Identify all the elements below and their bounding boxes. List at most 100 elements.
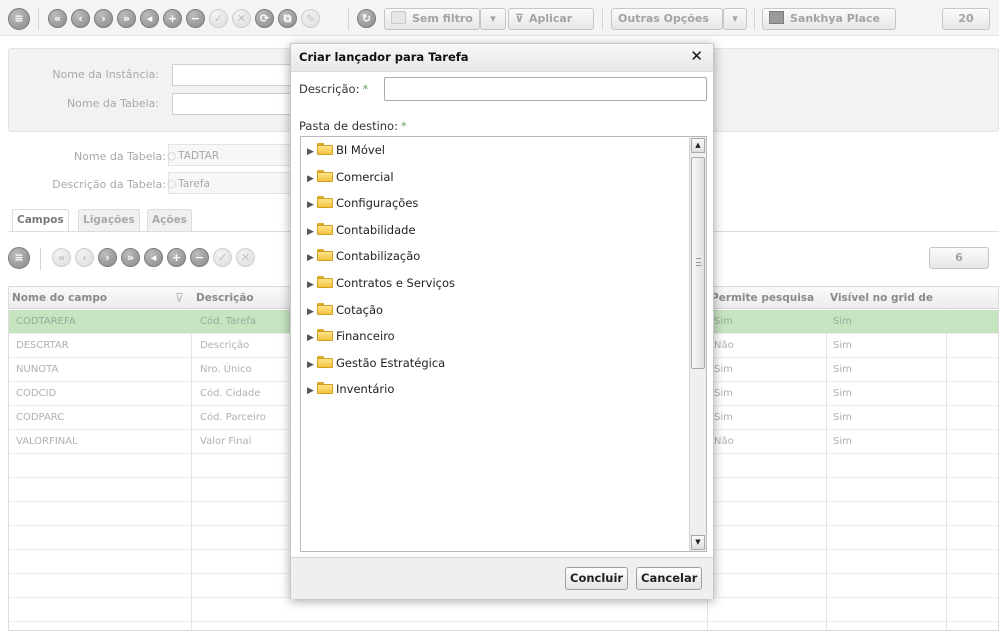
tree-item[interactable]: ▶ Financeiro — [307, 326, 395, 346]
last-record-icon[interactable]: » — [117, 9, 136, 28]
close-icon[interactable]: ✕ — [690, 47, 703, 65]
cell-pesquisa: Sim — [714, 412, 733, 423]
tree-scrollbar[interactable]: ▲ ▼ — [689, 137, 706, 551]
column-header-pesquisa[interactable]: Permite pesquisa — [708, 287, 826, 309]
tree-item[interactable]: ▶ Contabilização — [307, 246, 420, 266]
grid-last-icon[interactable]: » — [121, 248, 140, 267]
grid-remove-icon[interactable]: − — [190, 248, 209, 267]
more-options-button[interactable]: Outras Opções — [611, 8, 723, 30]
column-header-visivel[interactable]: Visível no grid de — [827, 287, 946, 309]
tree-item[interactable]: ▶ Contratos e Serviços — [307, 273, 455, 293]
folder-icon — [317, 170, 333, 182]
tree-item-label: Inventário — [336, 382, 395, 396]
expand-arrow-icon[interactable]: ▶ — [307, 222, 317, 242]
grid-menu-icon[interactable]: ≡ — [8, 247, 30, 269]
expand-arrow-icon[interactable]: ▶ — [307, 248, 317, 268]
sankhya-place-button[interactable]: Sankhya Place — [762, 8, 896, 30]
scroll-down-icon[interactable]: ▼ — [691, 535, 705, 550]
column-filter-icon[interactable]: ⊽ — [175, 291, 184, 305]
grid-save-icon[interactable]: ✓ — [213, 248, 232, 267]
previous-record-icon[interactable]: ‹ — [71, 9, 90, 28]
cell-campo: NUNOTA — [16, 364, 59, 375]
dialog-footer: Concluir Cancelar — [291, 557, 713, 599]
next-record-icon[interactable]: › — [94, 9, 113, 28]
scroll-thumb[interactable] — [691, 157, 705, 369]
tree-item-label: Contabilização — [336, 249, 421, 263]
edit-icon[interactable]: ✎ — [301, 9, 320, 28]
tree-item[interactable]: ▶ Inventário — [307, 379, 394, 399]
cell-visivel: Sim — [833, 388, 852, 399]
expand-arrow-icon[interactable]: ▶ — [307, 328, 317, 348]
description-label: Descrição: * — [299, 82, 368, 96]
tab-ligacoes[interactable]: Ligações — [78, 209, 140, 231]
filter-tag-icon — [391, 11, 406, 24]
first-record-icon[interactable]: « — [48, 9, 67, 28]
folder-icon — [317, 196, 333, 208]
expand-arrow-icon[interactable]: ▶ — [307, 381, 317, 401]
tree-item-label: BI Móvel — [336, 143, 385, 157]
expand-arrow-icon[interactable]: ▶ — [307, 142, 317, 162]
instance-name-input[interactable] — [172, 64, 306, 86]
folder-icon — [317, 143, 333, 155]
tree-item[interactable]: ▶ Cotação — [307, 300, 383, 320]
remove-icon[interactable]: − — [186, 9, 205, 28]
cancel-icon[interactable]: ✕ — [232, 9, 251, 28]
clone-icon[interactable]: ⧉ — [278, 9, 297, 28]
expand-arrow-icon[interactable]: ▶ — [307, 275, 317, 295]
menu-icon[interactable]: ≡ — [8, 8, 30, 30]
folder-icon — [317, 249, 333, 261]
save-icon[interactable]: ✓ — [209, 9, 228, 28]
filter-select[interactable]: Sem filtro — [384, 8, 480, 30]
cell-visivel: Sim — [833, 436, 852, 447]
tree-item[interactable]: ▶ Gestão Estratégica — [307, 353, 445, 373]
folder-icon — [317, 223, 333, 235]
tab-acoes[interactable]: Ações — [147, 209, 192, 231]
grid-next-icon[interactable]: › — [98, 248, 117, 267]
place-icon — [769, 11, 784, 24]
grid-back-icon[interactable]: ◂ — [144, 248, 163, 267]
expand-arrow-icon[interactable]: ▶ — [307, 355, 317, 375]
tree-item[interactable]: ▶ Configurações — [307, 193, 418, 213]
tab-campos[interactable]: Campos — [12, 209, 69, 231]
folder-icon — [317, 382, 333, 394]
description-input[interactable] — [384, 77, 707, 101]
cancel-button[interactable]: Cancelar — [636, 567, 703, 590]
back-icon[interactable]: ◂ — [140, 9, 159, 28]
tree-item-label: Cotação — [336, 303, 384, 317]
expand-arrow-icon[interactable]: ▶ — [307, 195, 317, 215]
scroll-up-icon[interactable]: ▲ — [691, 138, 705, 153]
tree-item[interactable]: ▶ Comercial — [307, 167, 394, 187]
grid-cancel-icon[interactable]: ✕ — [236, 248, 255, 267]
required-mark: * — [362, 82, 369, 96]
cell-descricao: Cód. Cidade — [200, 388, 261, 399]
confirm-button[interactable]: Concluir — [565, 567, 629, 590]
grid-previous-icon[interactable]: ‹ — [75, 248, 94, 267]
folder-icon — [317, 356, 333, 368]
add-icon[interactable]: + — [163, 9, 182, 28]
folder-icon — [317, 329, 333, 341]
refresh-icon[interactable]: ⟳ — [255, 9, 274, 28]
tree-item[interactable]: ▶ BI Móvel — [307, 140, 385, 160]
cell-campo: VALORFINAL — [16, 436, 78, 447]
apply-label: Aplicar — [528, 12, 573, 25]
page-size-field[interactable]: 20 — [942, 8, 990, 30]
folder-tree[interactable]: ▶ BI Móvel ▶ Comercial ▶ Configurações ▶ Con… — [300, 136, 707, 552]
filter-toggle-icon[interactable]: ↻ — [357, 9, 376, 28]
table-name-input[interactable] — [172, 93, 306, 115]
chevron-down-icon: ▾ — [490, 12, 496, 25]
place-label: Sankhya Place — [790, 12, 880, 25]
tree-item[interactable]: ▶ Contabilidade — [307, 220, 416, 240]
apply-filter-button[interactable]: ⊽ Aplicar — [508, 8, 594, 30]
more-options-dropdown[interactable]: ▾ — [723, 8, 747, 30]
tree-item-label: Configurações — [336, 196, 419, 210]
expand-arrow-icon[interactable]: ▶ — [307, 169, 317, 189]
grid-first-icon[interactable]: « — [52, 248, 71, 267]
filter-dropdown-button[interactable]: ▾ — [480, 8, 506, 30]
column-header-campo[interactable]: Nome do campo — [9, 287, 169, 309]
cell-pesquisa: Sim — [714, 316, 733, 327]
column-header-descricao[interactable]: Descrição — [193, 287, 303, 309]
expand-arrow-icon[interactable]: ▶ — [307, 302, 317, 322]
cell-visivel: Sim — [833, 316, 852, 327]
table-desc-value: ○ Tarefa — [167, 178, 210, 190]
grid-add-icon[interactable]: + — [167, 248, 186, 267]
